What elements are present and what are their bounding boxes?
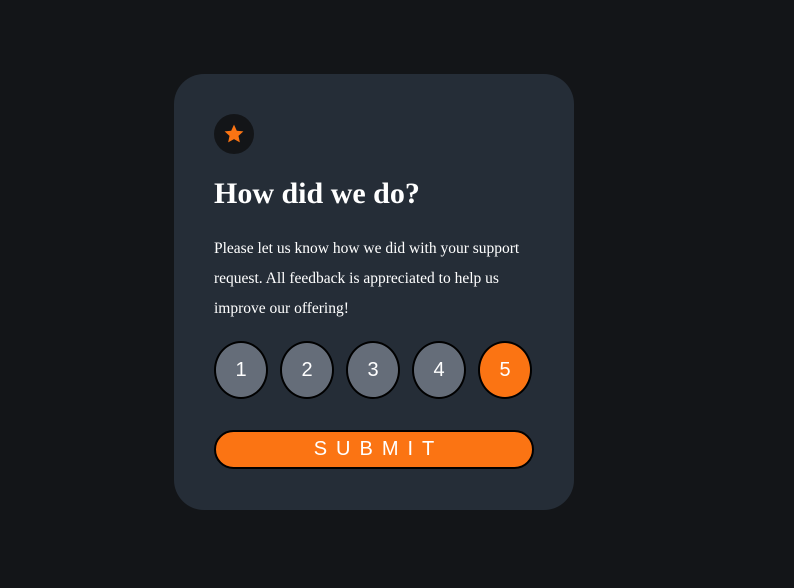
rating-button-1[interactable]: 1 xyxy=(214,341,268,399)
rating-button-3[interactable]: 3 xyxy=(346,341,400,399)
star-icon xyxy=(223,123,245,145)
rating-button-2[interactable]: 2 xyxy=(280,341,334,399)
submit-button[interactable]: SUBMIT xyxy=(214,430,534,469)
rating-options: 1 2 3 4 5 xyxy=(214,341,534,399)
rating-button-5[interactable]: 5 xyxy=(478,341,532,399)
card-title: How did we do? xyxy=(214,177,420,210)
card-description: Please let us know how we did with your … xyxy=(214,240,520,317)
star-badge xyxy=(214,114,254,154)
rating-card: How did we do? Please let us know how we… xyxy=(174,74,574,510)
rating-button-4[interactable]: 4 xyxy=(412,341,466,399)
